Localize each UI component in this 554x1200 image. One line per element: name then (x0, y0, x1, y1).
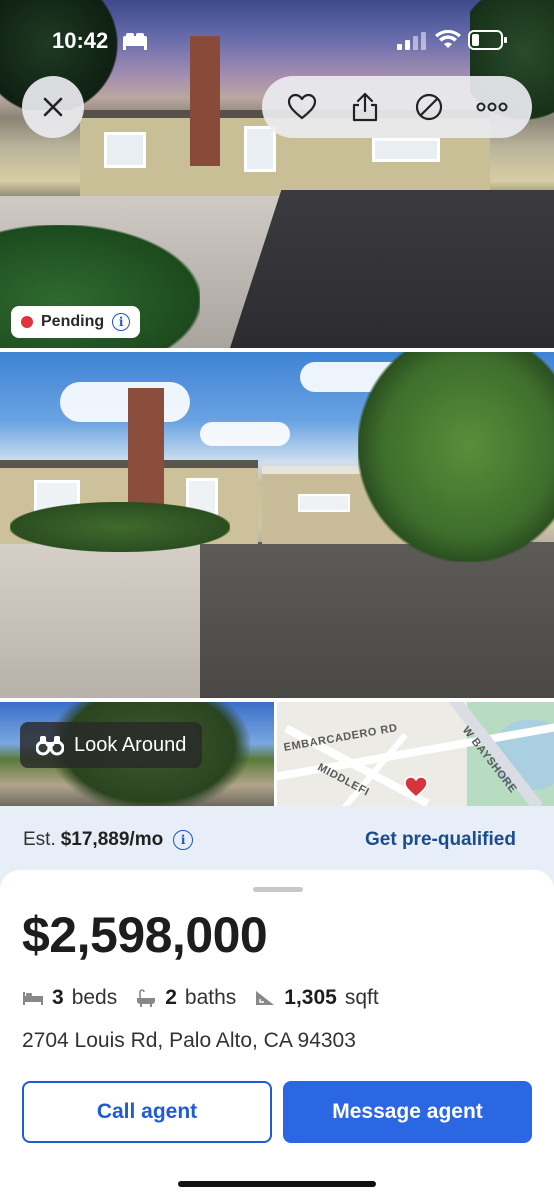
favorite-button[interactable] (282, 87, 322, 127)
sqft-label: sqft (344, 986, 379, 1009)
message-agent-button[interactable]: Message agent (283, 1081, 532, 1143)
beds-fact: 3 beds (22, 986, 117, 1010)
signal-icon (397, 32, 426, 50)
bed-status-icon (123, 33, 147, 50)
photo-window (372, 138, 440, 162)
map-pin-icon (404, 776, 428, 798)
estimate-prefix: Est. (23, 829, 56, 850)
photo-chimney (190, 36, 220, 166)
close-icon (43, 97, 63, 117)
close-button[interactable] (22, 76, 84, 138)
photo-window (104, 132, 146, 168)
photo-cloud (60, 382, 190, 422)
listing-photo-2[interactable] (0, 352, 554, 698)
sqft-fact: 1,305 sqft (254, 986, 379, 1010)
baths-value: 2 (165, 986, 177, 1009)
look-around-label: Look Around (74, 733, 187, 756)
look-around-button[interactable]: Look Around (20, 722, 203, 768)
home-indicator[interactable] (178, 1181, 376, 1187)
status-label: Pending (41, 313, 105, 330)
wifi-icon (435, 30, 461, 48)
listing-address: 2704 Louis Rd, Palo Alto, CA 94303 (22, 1029, 356, 1052)
listing-price: $2,598,000 (22, 907, 268, 963)
heart-icon (287, 93, 316, 120)
baths-fact: 2 baths (135, 986, 236, 1010)
more-icon (476, 102, 508, 112)
estimate-amount: $17,889/mo (60, 829, 164, 850)
baths-label: baths (184, 986, 237, 1009)
info-icon[interactable]: i (173, 830, 194, 850)
photo-tree (358, 352, 554, 562)
photo-cloud (200, 422, 290, 446)
status-time: 10:42 (52, 28, 109, 53)
map-label-embarcadero: EMBARCADERO RD (282, 722, 399, 754)
sqft-value: 1,305 (284, 986, 337, 1009)
photo-bush (10, 502, 230, 552)
info-icon: i (112, 313, 131, 331)
status-dot (21, 316, 33, 328)
get-prequalified-link[interactable]: Get pre-qualified (365, 829, 516, 851)
call-agent-button[interactable]: Call agent (22, 1081, 272, 1143)
share-button[interactable] (345, 87, 385, 127)
share-icon (353, 92, 378, 122)
hide-button[interactable] (409, 87, 449, 127)
action-bar (262, 76, 532, 138)
listing-facts: 3 beds 2 baths 1,305 sqft (22, 986, 397, 1010)
status-badge[interactable]: Pending i (11, 306, 141, 338)
photo-window (244, 126, 276, 172)
map-thumbnail[interactable]: EMBARCADERO RD MIDDLEFI W BAYSHORE (277, 702, 554, 806)
photo-window (298, 494, 350, 512)
binoculars-icon (36, 736, 64, 756)
sqft-icon (256, 991, 275, 1005)
beds-label: beds (71, 986, 118, 1009)
more-button[interactable] (472, 87, 512, 127)
battery-icon (468, 30, 507, 50)
sheet-handle[interactable] (253, 887, 303, 892)
monthly-estimate[interactable]: Est. $17,889/mo i (23, 829, 194, 851)
photo-driveway (230, 190, 554, 348)
beds-value: 3 (52, 986, 64, 1009)
block-icon (415, 93, 442, 121)
bath-icon (137, 989, 156, 1007)
bed-icon (23, 992, 43, 1005)
photo-driveway (200, 542, 554, 698)
